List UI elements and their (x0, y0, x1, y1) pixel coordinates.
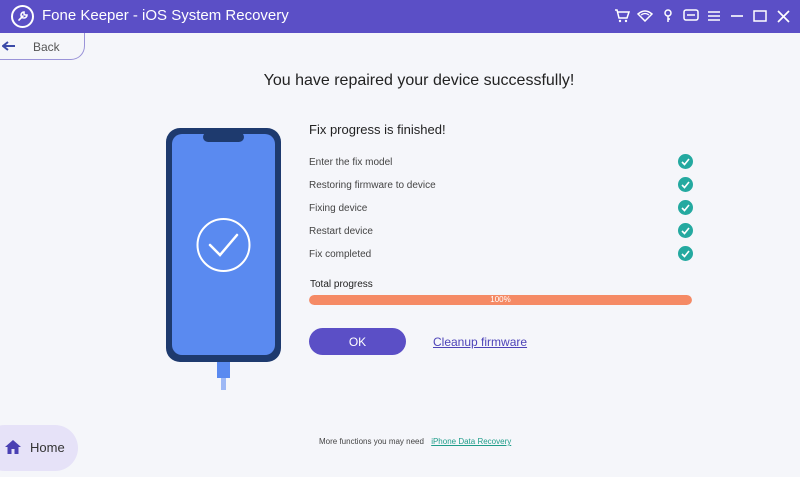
iphone-data-recovery-link[interactable]: iPhone Data Recovery (431, 437, 511, 446)
progress-percent: 100% (490, 295, 511, 304)
home-label: Home (30, 440, 65, 455)
back-label: Back (33, 40, 60, 54)
app-logo-icon (11, 5, 34, 28)
check-icon (678, 177, 693, 192)
total-progress-label: Total progress (310, 279, 373, 290)
cleanup-firmware-link[interactable]: Cleanup firmware (433, 335, 527, 349)
phone-illustration (165, 127, 282, 390)
check-icon (678, 246, 693, 261)
chat-icon[interactable] (682, 5, 700, 27)
fix-progress-title: Fix progress is finished! (309, 122, 446, 137)
app-title: Fone Keeper - iOS System Recovery (42, 7, 289, 24)
back-button[interactable]: Back (0, 33, 85, 60)
cart-icon[interactable] (613, 5, 631, 27)
wifi-icon[interactable] (636, 5, 654, 27)
page-headline: You have repaired your device successful… (263, 72, 575, 89)
ok-button[interactable]: OK (309, 328, 406, 355)
menu-icon[interactable] (705, 5, 723, 27)
title-bar: Fone Keeper - iOS System Recovery (0, 0, 800, 33)
home-button[interactable]: Home (0, 425, 78, 471)
step-restart-device: Restart device (309, 223, 693, 240)
step-fixing-device: Fixing device (309, 200, 693, 217)
footer-text: More functions you may need (319, 437, 424, 446)
check-icon (678, 223, 693, 238)
step-restoring-firmware: Restoring firmware to device (309, 177, 693, 194)
footer-more-functions: More functions you may need iPhone Data … (319, 437, 511, 446)
close-icon[interactable] (774, 5, 792, 27)
check-icon (678, 200, 693, 215)
title-bar-controls (613, 5, 792, 27)
key-icon[interactable] (659, 5, 677, 27)
maximize-icon[interactable] (751, 5, 769, 27)
total-progress-bar: 100% (309, 295, 692, 305)
back-arrow-icon (1, 40, 16, 58)
step-fix-completed: Fix completed (309, 246, 693, 263)
home-icon (4, 439, 22, 460)
minimize-icon[interactable] (728, 5, 746, 27)
step-enter-fix-model: Enter the fix model (309, 154, 693, 171)
check-icon (678, 154, 693, 169)
